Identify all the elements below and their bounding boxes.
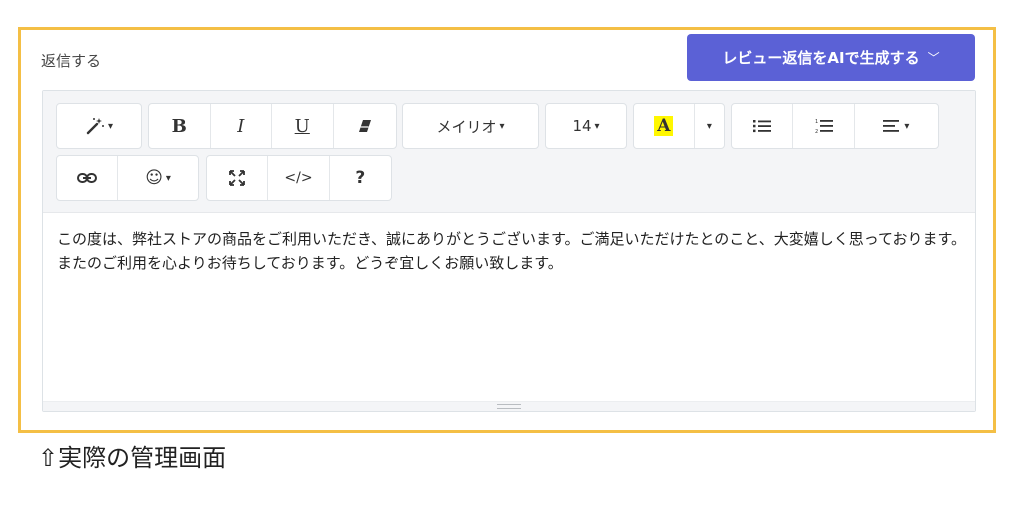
numbered-list-icon: 1 2 bbox=[815, 119, 833, 134]
code-view-button[interactable]: </> bbox=[268, 156, 330, 200]
emoji-button[interactable]: ☺ ▾ bbox=[118, 156, 198, 200]
font-family-group: メイリオ ▾ bbox=[402, 103, 539, 149]
bold-icon: B bbox=[171, 115, 187, 137]
font-family-select[interactable]: メイリオ ▾ bbox=[403, 104, 538, 148]
caret-down-icon: ▾ bbox=[594, 120, 600, 132]
underline-button[interactable]: U bbox=[272, 104, 334, 148]
color-dropdown-button[interactable]: ▾ bbox=[695, 104, 724, 148]
magic-wand-icon bbox=[86, 118, 104, 135]
underline-icon: U bbox=[294, 115, 310, 137]
help-icon: ? bbox=[355, 168, 366, 188]
text-highlight-button[interactable]: A bbox=[634, 104, 695, 148]
font-size-group: 14 ▾ bbox=[545, 103, 627, 149]
font-size-value: 14 bbox=[572, 117, 592, 135]
generate-ai-reply-label: レビュー返信をAIで生成する bbox=[722, 49, 920, 67]
style-group: ▾ bbox=[56, 103, 142, 149]
reply-label: 返信する bbox=[41, 52, 102, 70]
caret-down-icon: ▾ bbox=[107, 120, 114, 132]
emoji-icon: ☺ bbox=[145, 168, 163, 188]
color-group: A ▾ bbox=[633, 103, 725, 149]
chevron-down-icon: ﹀ bbox=[927, 51, 940, 65]
bold-button[interactable]: B bbox=[149, 104, 211, 148]
font-size-select[interactable]: 14 ▾ bbox=[546, 104, 626, 148]
eraser-icon bbox=[358, 120, 371, 132]
help-button[interactable]: ? bbox=[330, 156, 391, 200]
align-left-icon bbox=[883, 120, 900, 132]
caret-down-icon: ▾ bbox=[499, 120, 505, 132]
magic-style-button[interactable]: ▾ bbox=[57, 104, 141, 148]
highlight-frame: 返信する レビュー返信をAIで生成する ﹀ ▾ B I U メイリオ ▾ 14 … bbox=[18, 27, 996, 433]
svg-text:2: 2 bbox=[815, 129, 818, 134]
grip-icon bbox=[497, 404, 521, 409]
italic-icon: I bbox=[237, 115, 245, 137]
editor-content[interactable]: この度は、弊社ストアの商品をご利用いただき、誠にありがとうございます。ご満足いた… bbox=[57, 227, 967, 275]
editor-toolbar: ▾ B I U メイリオ ▾ 14 ▾ A ▾ 1 2 ▾ ☺ ▾ </> ? bbox=[43, 91, 975, 213]
clear-format-button[interactable] bbox=[334, 104, 396, 148]
bullet-list-button[interactable] bbox=[732, 104, 794, 148]
link-icon bbox=[77, 173, 98, 183]
generate-ai-reply-button[interactable]: レビュー返信をAIで生成する ﹀ bbox=[687, 34, 975, 81]
align-dropdown-button[interactable]: ▾ bbox=[855, 104, 938, 148]
italic-button[interactable]: I bbox=[211, 104, 272, 148]
paragraph-group: 1 2 ▾ bbox=[731, 103, 939, 149]
caption: ⇧実際の管理画面 bbox=[38, 444, 227, 472]
svg-text:1: 1 bbox=[815, 119, 818, 125]
caret-down-icon: ▾ bbox=[165, 172, 171, 184]
insert-link-button[interactable] bbox=[57, 156, 119, 200]
caret-down-icon: ▾ bbox=[706, 120, 712, 132]
resize-handle[interactable] bbox=[43, 401, 975, 411]
bullet-list-icon bbox=[753, 120, 772, 133]
insert-group: ☺ ▾ bbox=[56, 155, 199, 201]
font-style-group: B I U bbox=[148, 103, 397, 149]
fullscreen-icon bbox=[229, 170, 246, 186]
fullscreen-button[interactable] bbox=[207, 156, 269, 200]
code-icon: </> bbox=[284, 170, 313, 186]
rich-text-editor: ▾ B I U メイリオ ▾ 14 ▾ A ▾ 1 2 ▾ ☺ ▾ </> ? … bbox=[42, 90, 976, 412]
numbered-list-button[interactable]: 1 2 bbox=[793, 104, 855, 148]
caret-down-icon: ▾ bbox=[904, 120, 910, 132]
font-family-value: メイリオ bbox=[436, 117, 497, 136]
view-group: </> ? bbox=[206, 155, 392, 201]
highlight-color-icon: A bbox=[654, 116, 674, 136]
